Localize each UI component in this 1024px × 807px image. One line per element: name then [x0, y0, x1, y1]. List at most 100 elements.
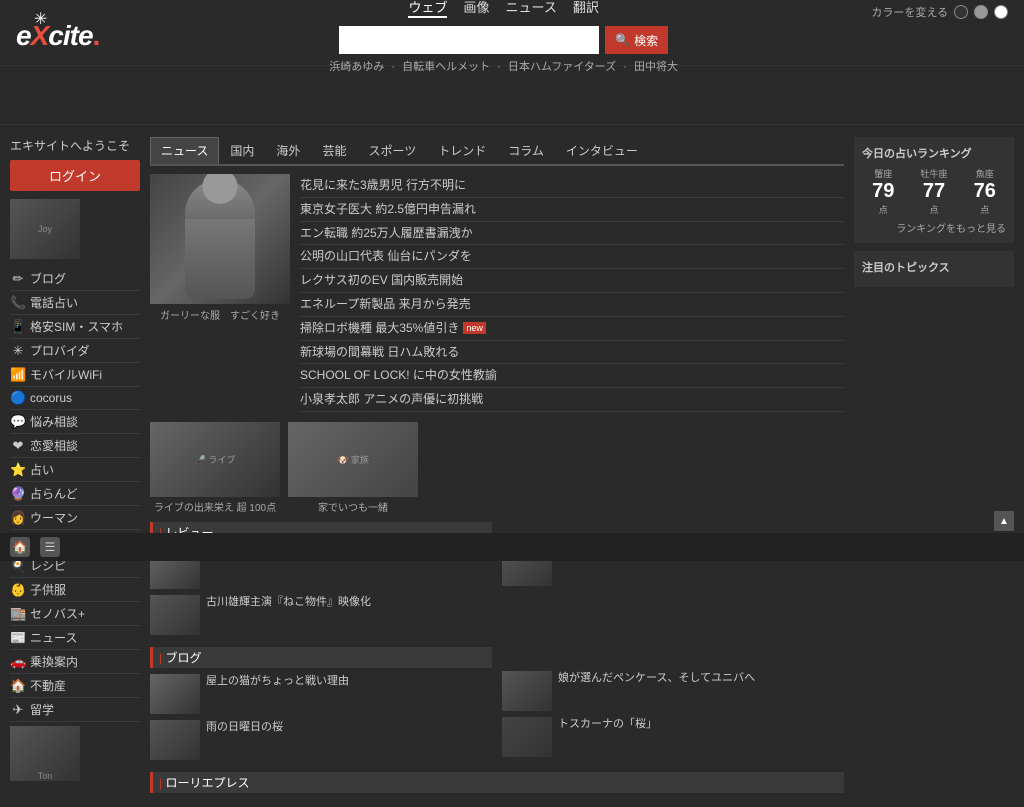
sidebar-item-uranai[interactable]: ⭐ 占い — [10, 458, 140, 482]
news-main-photo — [150, 174, 290, 304]
sidebar-item-news[interactable]: 📰 ニュース — [10, 626, 140, 650]
sidebar-item-transfer[interactable]: 🚗 乗換案内 — [10, 650, 140, 674]
color-toggle[interactable]: カラーを変える — [871, 4, 1008, 20]
nav-news[interactable]: ニュース — [505, 0, 556, 18]
search-input[interactable] — [339, 26, 599, 54]
headline-7[interactable]: 新球場の間幕戦 日ハム敗れる — [300, 341, 844, 365]
scroll-top-button[interactable]: ▲ — [994, 511, 1014, 531]
cocorus-icon: 🔵 — [10, 390, 26, 406]
sub-label-1[interactable]: 家でいつも一緒 — [288, 499, 418, 514]
sub-image-1: 🐶 家族 家でいつも一緒 — [288, 422, 418, 514]
sim-icon: 📱 — [10, 319, 26, 335]
blog-right-text-0[interactable]: 娘が選んだペンケース、そしてユニバへ — [558, 671, 755, 686]
senoba-icon: 🏬 — [10, 606, 26, 622]
news-icon: 📰 — [10, 630, 26, 646]
sidebar-item-urando[interactable]: 🔮 占らんど — [10, 482, 140, 506]
transfer-icon: 🚗 — [10, 654, 26, 670]
sidebar-item-senoba[interactable]: 🏬 セノバス+ — [10, 602, 140, 626]
color-toggle-label: カラーを変える — [871, 4, 948, 20]
tab-overseas[interactable]: 海外 — [265, 137, 311, 164]
sidebar-item-renai[interactable]: ❤ 恋愛相談 — [10, 434, 140, 458]
more-section: | ローリエプレス — [150, 772, 844, 793]
headline-5[interactable]: エネループ新製品 来月から発売 — [300, 293, 844, 317]
trending-item-4[interactable]: 田中将大 — [634, 61, 678, 73]
headline-1[interactable]: 東京女子医大 約2.5億円申告漏れ — [300, 198, 844, 222]
sidebar-item-study[interactable]: ✈ 留学 — [10, 698, 140, 722]
sub-photo-1: 🐶 家族 — [288, 422, 418, 497]
menu-icon[interactable]: ☰ — [40, 537, 60, 557]
nav-web[interactable]: ウェブ — [408, 0, 447, 18]
sidebar-avatar: Joy — [10, 199, 80, 259]
nav-translate[interactable]: 翻訳 — [573, 0, 599, 18]
trending-item-2[interactable]: 自転車ヘルメット — [402, 61, 490, 73]
blog-right-thumb-0 — [502, 671, 552, 711]
sidebar-item-woman[interactable]: 👩 ウーマン — [10, 506, 140, 530]
color-dot-gray[interactable] — [974, 5, 988, 19]
headline-6[interactable]: 掃除ロボ機種 最大35%値引きnew — [300, 317, 844, 341]
fortune-item-2: 魚座 76 点 — [974, 167, 996, 216]
tab-column[interactable]: コラム — [497, 137, 555, 164]
news-section: ガーリーな服 すごく好き 花見に来た3歳男児 行方不明に 東京女子医大 約2.5… — [150, 174, 844, 412]
blog-icon: ✏ — [10, 271, 26, 287]
blog-right-text-1[interactable]: トスカーナの「桜」 — [558, 717, 657, 732]
sidebar-items: ✏ ブログ 📞 電話占い 📱 格安SIM・スマホ ✳ プロバイダ 📶 — [10, 267, 140, 781]
sidebar-item-realestate[interactable]: 🏠 不動産 — [10, 674, 140, 698]
headline-8[interactable]: SCHOOL OF LOCK! に中の女性教諭 — [300, 364, 844, 388]
sub-label-0[interactable]: ライブの出来栄え 超 100点 — [150, 499, 280, 514]
trending-item-3[interactable]: 日本ハムファイターズ — [508, 61, 616, 73]
kids-icon: 👶 — [10, 582, 26, 598]
search-button[interactable]: 🔍 検索 — [605, 26, 668, 54]
trending-item-1[interactable]: 浜崎あゆみ — [329, 61, 384, 73]
sidebar-item-blog[interactable]: ✏ ブログ — [10, 267, 140, 291]
fortune-unit-1: 点 — [920, 203, 947, 216]
nav-images[interactable]: 画像 — [463, 0, 489, 18]
headline-3[interactable]: 公明の山口代表 仙台にパンダを — [300, 245, 844, 269]
excite-logo[interactable]: eXcite. — [16, 20, 99, 52]
tab-trends[interactable]: トレンド — [427, 137, 497, 164]
blog-text-1[interactable]: 雨の日曜日の桜 — [206, 720, 283, 735]
fortune-score-1: 77 — [920, 180, 947, 203]
headline-4[interactable]: レクサス初のEV 国内販売開始 — [300, 269, 844, 293]
fortune-item-0: 蟹座 79 点 — [872, 167, 894, 216]
headline-9[interactable]: 小泉孝太郎 アニメの声優に初挑戦 — [300, 388, 844, 412]
color-dot-white[interactable] — [994, 5, 1008, 19]
tab-news[interactable]: ニュース — [150, 137, 219, 164]
blog-text-0[interactable]: 屋上の猫がちょっと戦い理由 — [206, 674, 349, 689]
sidebar-item-wifi[interactable]: 📶 モバイルWiFi — [10, 363, 140, 387]
sidebar: エキサイトへようこそ ログイン Joy ✏ ブログ 📞 電話占い 📱 格安SIM… — [10, 137, 140, 799]
sidebar-bottom-person: Ton — [10, 726, 80, 781]
study-icon: ✈ — [10, 702, 26, 718]
tab-sports[interactable]: スポーツ — [357, 137, 427, 164]
renai-icon: ❤ — [10, 438, 26, 454]
sidebar-item-provider[interactable]: ✳ プロバイダ — [10, 339, 140, 363]
home-icon[interactable]: 🏠 — [10, 537, 30, 557]
fortune-more[interactable]: ランキングをもっと見る — [862, 220, 1006, 235]
topics-box: 注目のトピックス — [854, 251, 1014, 287]
blog-right-item-1: トスカーナの「桜」 — [502, 717, 844, 757]
sidebar-item-phone[interactable]: 📞 電話占い — [10, 291, 140, 315]
review-thumb-1 — [150, 595, 200, 635]
sub-image-0: 🎤 ライブ ライブの出来栄え 超 100点 — [150, 422, 280, 514]
tab-domestic[interactable]: 国内 — [219, 137, 265, 164]
blog-title: | ブログ — [150, 647, 492, 668]
login-button[interactable]: ログイン — [10, 160, 140, 191]
tab-interview[interactable]: インタビュー — [555, 137, 649, 164]
review-text-1[interactable]: 古川雄輝主演『ねこ物件』映像化 — [206, 595, 371, 610]
blog-thumb-1 — [150, 720, 200, 760]
tab-entertainment[interactable]: 芸能 — [311, 137, 357, 164]
headline-0[interactable]: 花見に来た3歳男児 行方不明に — [300, 174, 844, 198]
phone-icon: 📞 — [10, 295, 26, 311]
person-silhouette — [185, 179, 255, 299]
sidebar-item-cocorus[interactable]: 🔵 cocorus — [10, 387, 140, 410]
blog-column: | ブログ 屋上の猫がちょっと戦い理由 雨の日曜日の桜 — [150, 647, 492, 766]
sidebar-item-nayami[interactable]: 💬 悩み相談 — [10, 410, 140, 434]
right-sidebar: 今日の占いランキング 蟹座 79 点 牡牛座 77 点 魚座 76 — [854, 137, 1014, 799]
center-content: ニュース 国内 海外 芸能 スポーツ トレンド コラム インタビュー — [150, 137, 844, 799]
sidebar-item-sim[interactable]: 📱 格安SIM・スマホ — [10, 315, 140, 339]
nayami-icon: 💬 — [10, 414, 26, 430]
main-layout: エキサイトへようこそ ログイン Joy ✏ ブログ 📞 電話占い 📱 格安SIM… — [0, 129, 1024, 807]
color-dot-dark[interactable] — [954, 5, 968, 19]
fortune-box: 今日の占いランキング 蟹座 79 点 牡牛座 77 点 魚座 76 — [854, 137, 1014, 243]
headline-2[interactable]: エン転職 約25万人履歴書漏洩か — [300, 222, 844, 246]
sidebar-item-kids[interactable]: 👶 子供服 — [10, 578, 140, 602]
